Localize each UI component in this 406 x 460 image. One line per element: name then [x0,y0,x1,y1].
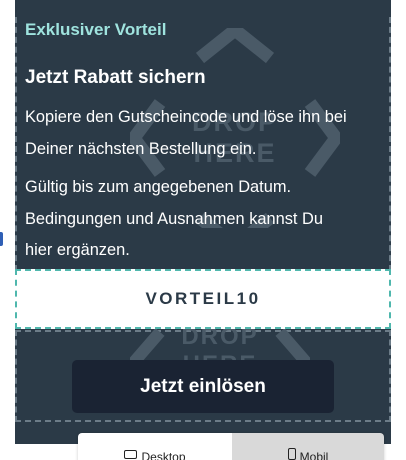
text-line: Gültig bis zum angegebenen Datum. [25,178,292,196]
redeem-button[interactable]: Jetzt einlösen [72,360,334,413]
mobile-icon [287,448,296,460]
voucher-description: Kopiere den Gutscheincode und löse ihn b… [25,102,385,165]
text-line: hier ergänzen. [25,241,130,259]
tab-desktop[interactable]: Desktop [78,433,232,460]
text-line: Bedingungen und Ausnahmen kannst Du [25,209,323,228]
badge-label: Exklusiver Vorteil [25,20,167,39]
side-handle[interactable] [0,232,3,246]
voucher-terms: Gültig bis zum angegebenen Datum. Beding… [25,172,385,267]
coupon-code[interactable]: VORTEIL10 [145,289,260,309]
email-editor-preview: DROP HERE DROP HERE Exklusiver Vorteil J… [0,0,406,460]
voucher-headline: Jetzt Rabatt sichern [25,67,206,88]
text-line: Kopiere den Gutscheincode und löse ihn b… [25,108,347,126]
voucher-block[interactable]: DROP HERE DROP HERE Exklusiver Vorteil J… [15,0,391,444]
tab-desktop-label: Desktop [141,450,186,460]
tab-mobile-label: Mobil [299,450,329,460]
desktop-icon [124,450,138,459]
text-line: Deiner nächsten Bestellung ein. [25,139,257,158]
coupon-code-box[interactable]: VORTEIL10 [15,269,391,329]
device-switcher: Desktop Mobil [78,433,384,460]
tab-mobile[interactable]: Mobil [232,433,384,460]
